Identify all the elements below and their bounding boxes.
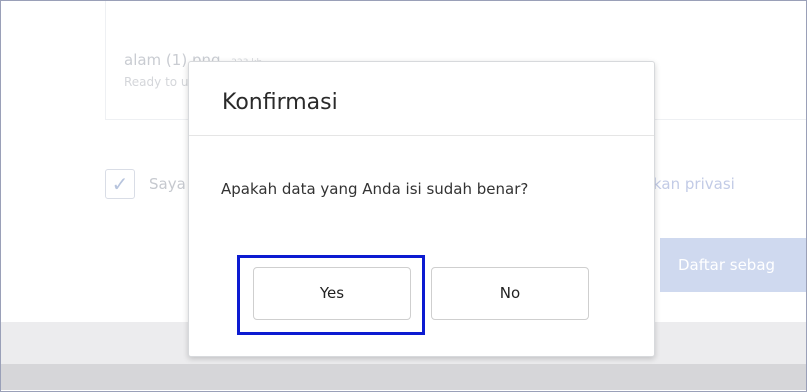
yes-button[interactable]: Yes (253, 267, 411, 320)
dialog-message: Apakah data yang Anda isi sudah benar? (221, 180, 529, 198)
dialog-divider (189, 135, 654, 136)
dialog-title: Konfirmasi (222, 90, 338, 115)
confirmation-dialog: Konfirmasi Apakah data yang Anda isi sud… (188, 61, 655, 357)
no-button[interactable]: No (431, 267, 589, 320)
